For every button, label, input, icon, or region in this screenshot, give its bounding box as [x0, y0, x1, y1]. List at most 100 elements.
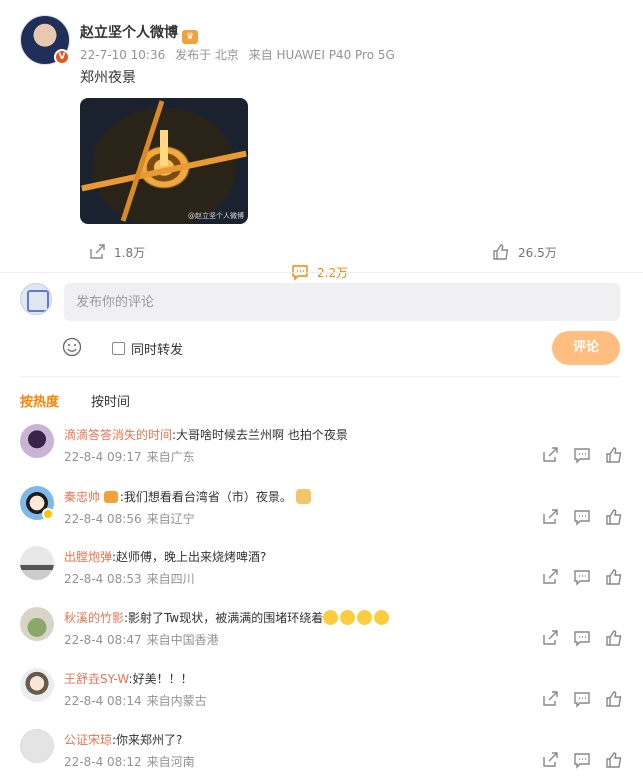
- comment-meta: 22-8-4 08:56 来自辽宁: [64, 510, 200, 527]
- comment-text: :我们想看看台湾省（市）夜景。: [119, 490, 292, 504]
- thumbs-up-icon[interactable]: [605, 446, 623, 464]
- comment-origin: 来自四川: [146, 572, 195, 586]
- comment-text: :你来郑州了?: [112, 733, 183, 747]
- comment-input[interactable]: [64, 283, 620, 321]
- post-location: 发布于 北京: [175, 48, 239, 62]
- comment-date: 22-8-4 09:17: [64, 450, 142, 464]
- comment-date: 22-8-4 08:53: [64, 572, 142, 586]
- tab-sort-time[interactable]: 按时间: [91, 391, 130, 410]
- share-icon[interactable]: [541, 629, 559, 647]
- reply-icon[interactable]: [573, 446, 591, 464]
- comment-date: 22-8-4 08:12: [64, 755, 142, 769]
- comment-item: 秋溪的竹影:影射了Tw现状，被满满的围堵环绕着 22-8-4 08:47 来自中国…: [20, 607, 623, 667]
- commenter-avatar[interactable]: [20, 546, 54, 580]
- comment-text: :影射了Tw现状，被满满的围堵环绕着: [124, 611, 324, 625]
- reply-icon[interactable]: [573, 568, 591, 586]
- tab-sort-hot[interactable]: 按热度: [20, 391, 59, 410]
- commenter-avatar[interactable]: [20, 668, 54, 702]
- comment-body: 秦忠帅 :我们想看看台湾省（市）夜景。: [64, 488, 313, 505]
- submit-comment-button[interactable]: 评论: [552, 331, 620, 365]
- comment-actions: [541, 629, 623, 647]
- repost-button[interactable]: 1.8万: [88, 242, 145, 262]
- comment-item: 王舒垚SY-W:好美！！！ 22-8-4 08:14 来自内蒙古: [20, 668, 623, 728]
- repost-toggle[interactable]: 同时转发: [112, 339, 183, 358]
- author-name[interactable]: 赵立坚个人微博: [80, 25, 178, 41]
- comment-item: 公证宋琼:你来郑州了? 22-8-4 08:12 来自河南: [20, 729, 623, 784]
- comment-origin: 来自中国香港: [146, 633, 219, 647]
- my-avatar: [20, 283, 52, 315]
- comment-body: 秋溪的竹影:影射了Tw现状，被满满的围堵环绕着: [64, 609, 391, 626]
- thumbs-up-icon[interactable]: [605, 751, 623, 769]
- comment-origin: 来自内蒙古: [146, 694, 207, 708]
- comment-date: 22-8-4 08:14: [64, 694, 142, 708]
- comment-origin: 来自辽宁: [146, 512, 195, 526]
- comment-origin: 来自广东: [146, 450, 195, 464]
- comment-text: :好美！！！: [128, 672, 193, 686]
- comment-date: 22-8-4 08:47: [64, 633, 142, 647]
- commenter-avatar[interactable]: [20, 607, 54, 641]
- thumbs-up-icon[interactable]: [605, 568, 623, 586]
- comment-meta: 22-8-4 08:14 来自内蒙古: [64, 692, 212, 709]
- post-image[interactable]: @赵立坚个人微博: [80, 98, 248, 224]
- comment-actions: [541, 751, 623, 769]
- share-icon[interactable]: [541, 508, 559, 526]
- comment-body: 滴滴答答消失的时间:大哥啥时候去兰州啊 也拍个夜景: [64, 426, 348, 443]
- verified-badge-icon: V: [54, 49, 70, 65]
- post-text: 郑州夜景: [80, 70, 136, 86]
- image-tower: [160, 130, 168, 166]
- reply-icon[interactable]: [573, 751, 591, 769]
- comment-body: 出膛炮弹:赵师傅，晚上出来烧烤啤酒?: [64, 548, 266, 565]
- repost-checkbox[interactable]: [112, 342, 125, 355]
- post-date[interactable]: 22-7-10 10:36: [80, 48, 165, 62]
- share-icon[interactable]: [541, 568, 559, 586]
- author-line: 赵立坚个人微博 ♛: [80, 22, 198, 44]
- comment-actions: [541, 568, 623, 586]
- commenter-name[interactable]: 滴滴答答消失的时间: [64, 428, 172, 442]
- comment-item: 秦忠帅 :我们想看看台湾省（市）夜景。 22-8-4 08:56 来自辽宁: [20, 486, 623, 546]
- share-icon[interactable]: [541, 690, 559, 708]
- comment-meta: 22-8-4 08:47 来自中国香港: [64, 631, 224, 648]
- share-icon[interactable]: [541, 751, 559, 769]
- commenter-name[interactable]: 秦忠帅: [64, 490, 100, 504]
- commenter-avatar[interactable]: [20, 729, 54, 763]
- emoji-icon[interactable]: [62, 337, 82, 357]
- reply-icon[interactable]: [573, 508, 591, 526]
- comment-text: :赵师傅，晚上出来烧烤啤酒?: [112, 550, 267, 564]
- comment-meta: 22-8-4 09:17 来自广东: [64, 448, 200, 465]
- comment-item: 滴滴答答消失的时间:大哥啥时候去兰州啊 也拍个夜景 22-8-4 09:17 来自…: [20, 424, 623, 484]
- comment-actions: [541, 446, 623, 464]
- comment-item: 出膛炮弹:赵师傅，晚上出来烧烤啤酒? 22-8-4 08:53 来自四川: [20, 546, 623, 606]
- comment-meta: 22-8-4 08:12 来自河南: [64, 753, 200, 770]
- like-count: 26.5万: [518, 245, 557, 260]
- commenter-name[interactable]: 公证宋琼: [64, 733, 112, 747]
- commenter-name[interactable]: 秋溪的竹影: [64, 611, 124, 625]
- divider: [0, 272, 643, 273]
- laugh-emoji-icon: [323, 610, 339, 625]
- weibo-post-page: V 赵立坚个人微博 ♛ 22-7-10 10:36 发布于 北京 来自 HUAWE…: [0, 0, 643, 784]
- comment-text: :大哥啥时候去兰州啊 也拍个夜景: [172, 428, 348, 442]
- laugh-emoji-icon: [357, 610, 373, 625]
- reply-icon[interactable]: [573, 690, 591, 708]
- post-meta: 22-7-10 10:36 发布于 北京 来自 HUAWEI P40 Pro 5…: [80, 46, 401, 63]
- commenter-name[interactable]: 王舒垚SY-W: [64, 672, 129, 686]
- reply-icon[interactable]: [573, 629, 591, 647]
- like-button[interactable]: 26.5万: [492, 242, 557, 262]
- thumbs-up-icon[interactable]: [605, 629, 623, 647]
- post-action-bar: 1.8万 2.2万 26.5万: [0, 242, 643, 281]
- thumbs-up-icon[interactable]: [605, 508, 623, 526]
- member-crown-icon: ♛: [182, 30, 198, 44]
- comment-actions: [541, 508, 623, 526]
- comment-body: 王舒垚SY-W:好美！！！: [64, 670, 193, 687]
- repost-label: 同时转发: [131, 343, 184, 358]
- vip-badge-icon: [42, 508, 54, 520]
- divider: [20, 376, 620, 377]
- share-icon: [90, 244, 105, 259]
- image-road: [120, 100, 165, 222]
- share-icon[interactable]: [541, 446, 559, 464]
- comment-actions: [541, 690, 623, 708]
- thumbs-up-icon[interactable]: [605, 690, 623, 708]
- image-watermark: @赵立坚个人微博: [188, 212, 244, 220]
- commenter-name[interactable]: 出膛炮弹: [64, 550, 112, 564]
- member-crown-icon: [103, 491, 118, 503]
- commenter-avatar[interactable]: [20, 424, 54, 458]
